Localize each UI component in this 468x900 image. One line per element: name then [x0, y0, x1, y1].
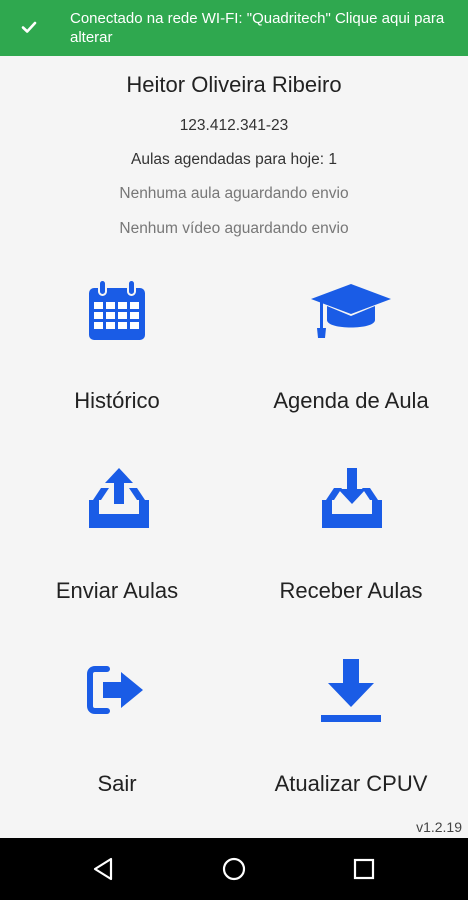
sair-label: Sair: [97, 771, 137, 796]
scheduled-classes: Aulas agendadas para hoje: 1: [131, 151, 337, 168]
sair-button[interactable]: Sair: [0, 655, 234, 805]
back-icon[interactable]: [89, 854, 119, 884]
user-cpf: 123.412.341-23: [179, 117, 289, 134]
calendar-icon: [89, 279, 145, 340]
pending-videos-status: Nenhum vídeo aguardando envio: [119, 220, 349, 237]
wifi-banner[interactable]: Conectado na rede WI-FI: "Quadritech" Cl…: [0, 0, 468, 56]
historico-label: Histórico: [74, 388, 160, 413]
user-name: Heitor Oliveira Ribeiro: [126, 72, 342, 97]
receber-aulas-label: Receber Aulas: [279, 578, 423, 603]
agenda-label: Agenda de Aula: [273, 388, 429, 413]
enviar-aulas-label: Enviar Aulas: [55, 578, 179, 603]
recents-icon[interactable]: [349, 854, 379, 884]
home-icon[interactable]: [219, 854, 249, 884]
atualizar-cpuv-button[interactable]: Atualizar CPUV: [234, 655, 468, 805]
agenda-button[interactable]: Agenda de Aula: [234, 270, 468, 420]
pending-classes-status: Nenhuma aula aguardando envio: [119, 185, 349, 202]
wifi-banner-text: Conectado na rede WI-FI: "Quadritech" Cl…: [70, 10, 445, 46]
graduation-cap-icon: [311, 284, 391, 338]
enviar-aulas-button[interactable]: Enviar Aulas: [0, 460, 234, 610]
historico-button[interactable]: Histórico: [0, 270, 234, 420]
receber-aulas-button[interactable]: Receber Aulas: [234, 460, 468, 610]
upload-tray-icon: [89, 468, 149, 528]
download-tray-icon: [322, 468, 382, 528]
app-version: v1.2.19: [416, 819, 462, 835]
check-icon: [21, 21, 37, 33]
exit-icon: [87, 666, 143, 714]
atualizar-cpuv-label: Atualizar CPUV: [274, 771, 428, 796]
download-icon: [321, 659, 381, 722]
navigation-bar: [0, 838, 468, 900]
